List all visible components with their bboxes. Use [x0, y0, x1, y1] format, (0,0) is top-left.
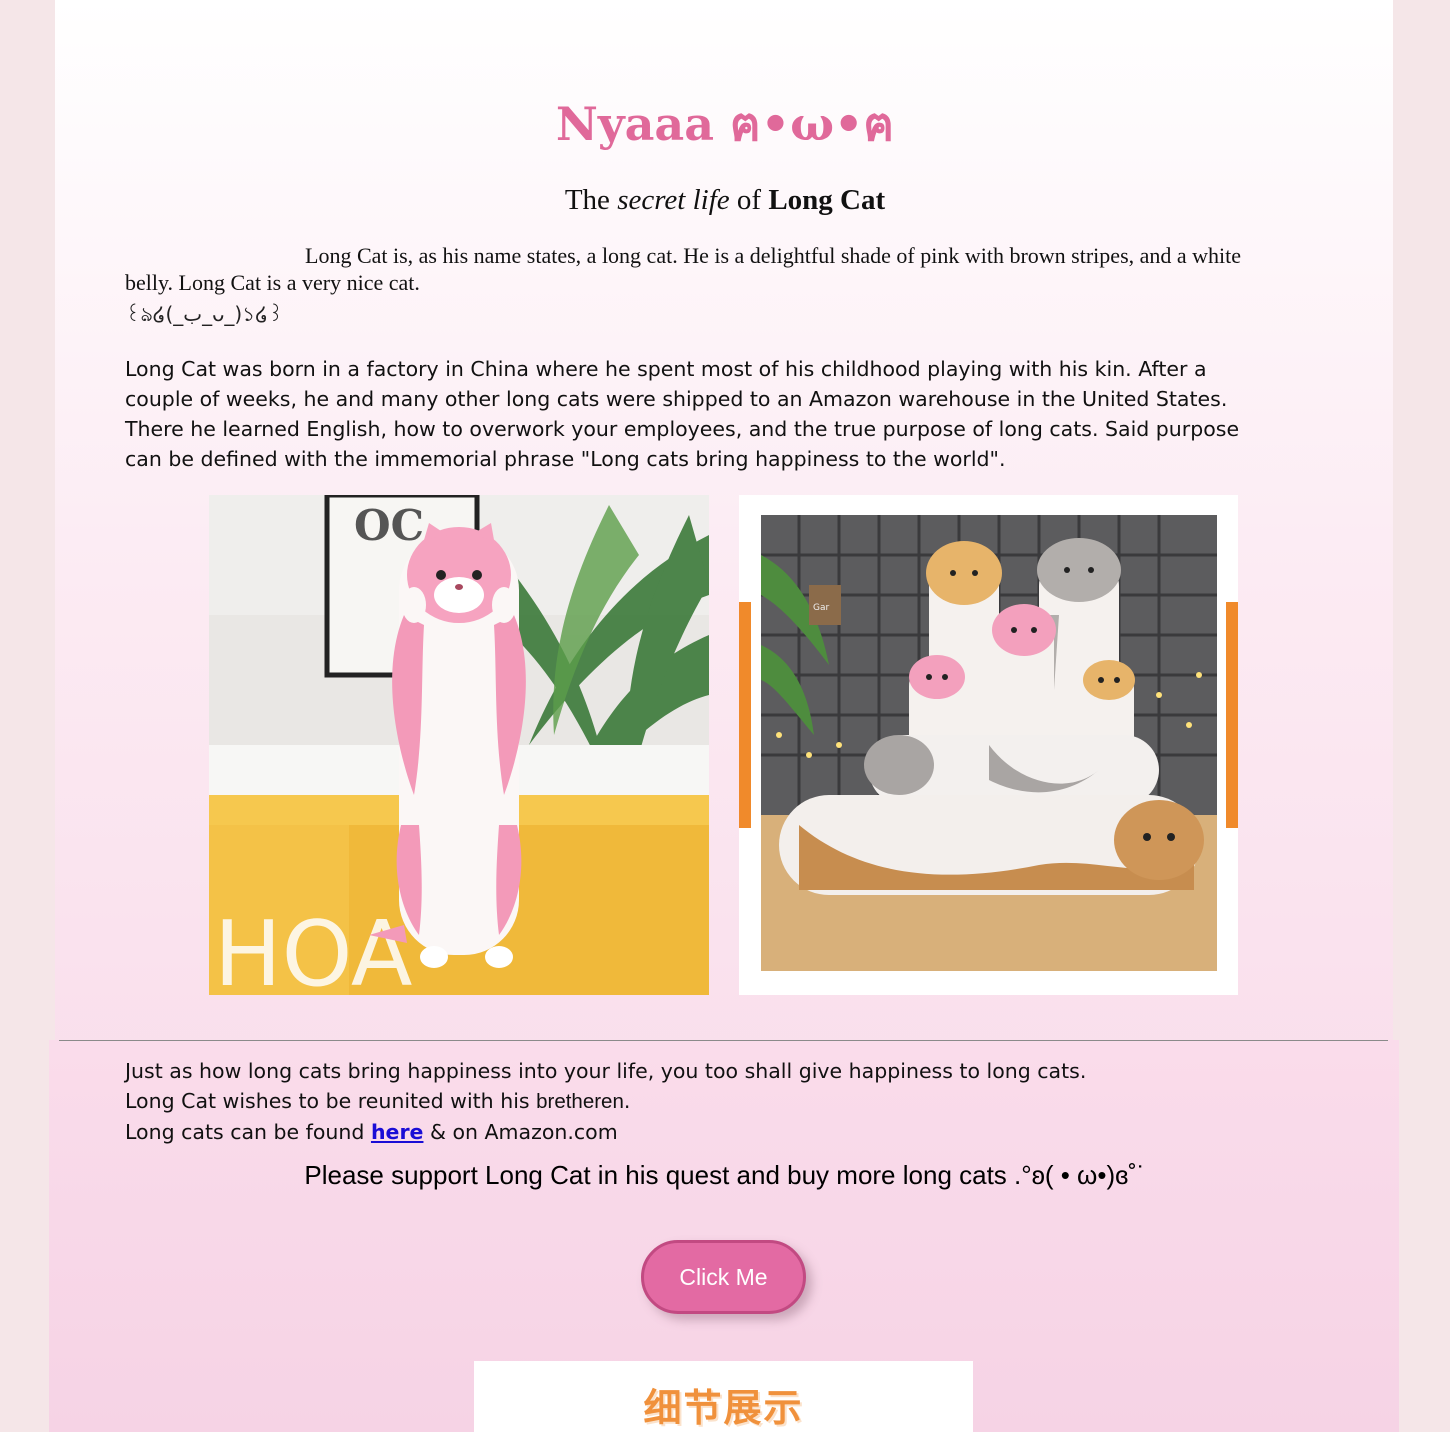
long-cat-family-photo: Gar: [739, 495, 1238, 995]
outro-section: Just as how long cats bring happiness in…: [125, 1056, 1275, 1147]
subtitle-pre: The: [564, 184, 618, 216]
outro-line-2-post: .: [623, 1089, 631, 1113]
long-cat-family-illustration: Gar: [739, 495, 1238, 995]
click-me-button[interactable]: Click Me: [641, 1240, 806, 1314]
intro-kaomoji: ꒰ঌ໒(_ب_ᴗ_)১໒꒱: [125, 302, 284, 326]
here-link[interactable]: here: [371, 1120, 424, 1144]
pink-long-cat-illustration: OC HOA: [209, 495, 709, 995]
support-message: Please support Long Cat in his quest and…: [304, 1160, 1146, 1190]
details-banner-image: 细节展示: [474, 1361, 973, 1432]
subtitle-emphasis: secret life: [617, 184, 730, 216]
intro-paragraph: Long Cat is, as his name states, a long …: [125, 243, 1242, 295]
pink-long-cat-photo: OC HOA: [209, 495, 709, 995]
outro-line-2: Long Cat wishes to be reunited with his …: [125, 1086, 1275, 1117]
svg-text:HOA: HOA: [214, 902, 413, 995]
outro-line-3-pre: Long cats can be found: [125, 1120, 371, 1144]
subtitle-bold: Long Cat: [768, 184, 886, 216]
bretheren-word: bretheren: [536, 1090, 624, 1113]
section-divider: [59, 1040, 1388, 1041]
poster-sign-text: OC: [354, 501, 424, 550]
story-paragraph: Long Cat was born in a factory in China …: [125, 357, 1240, 471]
page-title: Nyaaa ฅ•ω•ฅ: [555, 97, 895, 151]
outro-line-1: Just as how long cats bring happiness in…: [125, 1059, 1087, 1083]
subtitle-mid: of: [729, 184, 769, 216]
outro-line-3-post: & on Amazon.com: [423, 1120, 618, 1144]
page-subtitle: The secret life of Long Cat: [0, 184, 1450, 217]
outro-line-2-pre: Long Cat wishes to be reunited with his: [125, 1089, 537, 1113]
details-banner-text: 细节展示: [643, 1386, 804, 1430]
outro-line-3: Long cats can be found here & on Amazon.…: [125, 1117, 1275, 1147]
planter-tag-text: Gar: [813, 603, 829, 613]
